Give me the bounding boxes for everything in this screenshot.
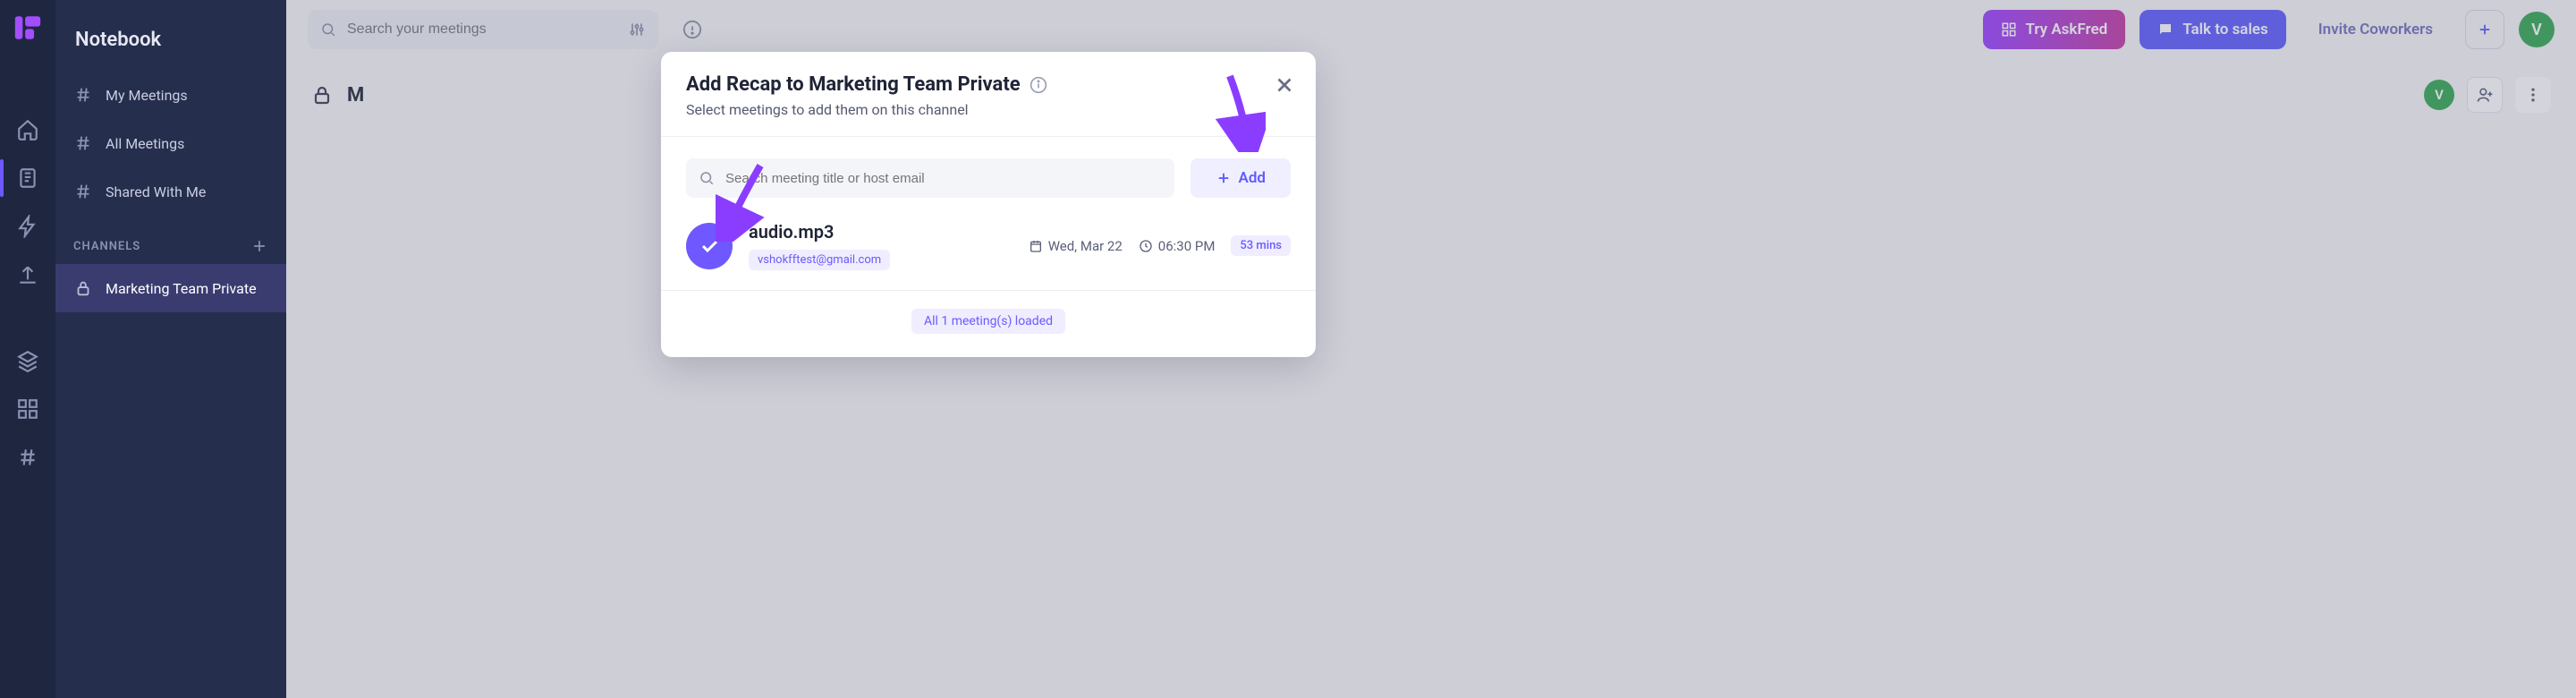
- meeting-date: Wed, Mar 22: [1048, 238, 1123, 254]
- sidebar-channel-marketing[interactable]: Marketing Team Private: [55, 264, 286, 312]
- modal-scrim: [286, 0, 2576, 698]
- lock-icon: [73, 278, 93, 298]
- meeting-search-input[interactable]: [725, 171, 1162, 186]
- app-logo: [13, 13, 43, 43]
- grid-icon[interactable]: [16, 397, 39, 421]
- sidebar-item-my-meetings[interactable]: My Meetings: [55, 71, 286, 119]
- sidebar-item-label: Marketing Team Private: [106, 280, 257, 297]
- icon-rail: [0, 0, 55, 698]
- close-button[interactable]: [1273, 73, 1296, 97]
- sidebar-item-label: All Meetings: [106, 135, 184, 152]
- sidebar-title: Notebook: [55, 16, 286, 71]
- meeting-meta: Wed, Mar 22 06:30 PM 53 mins: [1029, 235, 1291, 256]
- sidebar-item-all-meetings[interactable]: All Meetings: [55, 119, 286, 167]
- loaded-status: All 1 meeting(s) loaded: [911, 309, 1065, 334]
- clock-icon: [1139, 239, 1153, 253]
- selected-check-icon[interactable]: [686, 223, 733, 269]
- bolt-icon[interactable]: [16, 215, 39, 238]
- meeting-host: vshokfftest@gmail.com: [749, 250, 890, 270]
- sidebar: Notebook My Meetings All Meetings Shared…: [55, 0, 286, 698]
- meeting-time: 06:30 PM: [1158, 238, 1216, 254]
- meeting-search[interactable]: [686, 158, 1174, 198]
- search-icon: [699, 170, 715, 186]
- upload-icon[interactable]: [16, 263, 39, 286]
- meeting-title: audio.mp3: [749, 221, 1013, 243]
- hash-icon[interactable]: [16, 446, 39, 469]
- modal-subtitle: Select meetings to add them on this chan…: [686, 101, 1291, 118]
- button-label: Add: [1239, 169, 1267, 187]
- hash-icon: [73, 133, 93, 153]
- channels-header: CHANNELS: [55, 216, 286, 264]
- home-icon[interactable]: [16, 118, 39, 141]
- add-recap-modal: Add Recap to Marketing Team Private Sele…: [661, 52, 1316, 357]
- sidebar-item-shared[interactable]: Shared With Me: [55, 167, 286, 216]
- meeting-row[interactable]: audio.mp3 vshokfftest@gmail.com Wed, Mar…: [661, 207, 1316, 291]
- info-icon[interactable]: [1030, 76, 1047, 94]
- modal-title: Add Recap to Marketing Team Private: [686, 73, 1021, 96]
- stack-icon[interactable]: [16, 349, 39, 372]
- channels-header-label: CHANNELS: [73, 240, 140, 253]
- hash-icon: [73, 85, 93, 105]
- meeting-duration: 53 mins: [1231, 235, 1291, 256]
- hash-icon: [73, 182, 93, 201]
- sidebar-item-label: Shared With Me: [106, 183, 206, 200]
- calendar-icon: [1029, 239, 1043, 253]
- sidebar-item-label: My Meetings: [106, 87, 188, 104]
- plus-icon: [1216, 170, 1232, 186]
- add-button[interactable]: Add: [1191, 158, 1292, 198]
- notebook-icon[interactable]: [16, 166, 39, 190]
- add-channel-button[interactable]: [250, 237, 268, 255]
